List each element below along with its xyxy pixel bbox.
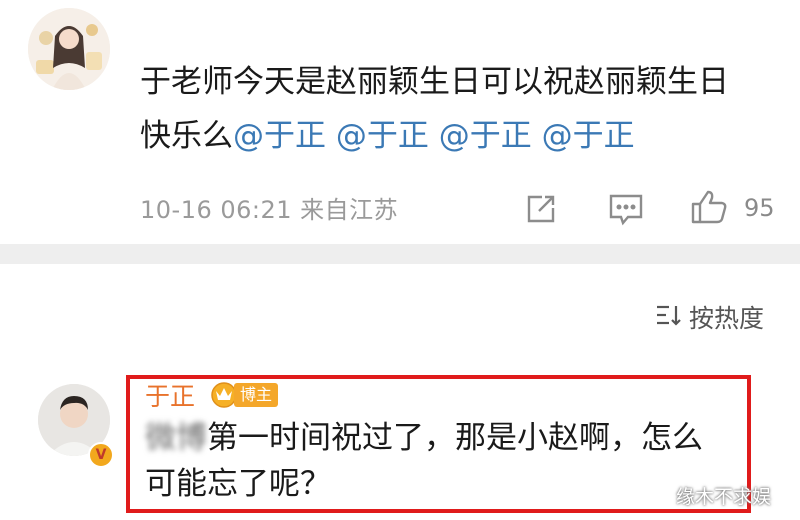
verified-badge-icon: V — [88, 442, 114, 468]
like-count: 95 — [744, 194, 775, 222]
post-text-prefix: 快乐么 — [140, 118, 233, 154]
mention-link[interactable]: @于正 — [439, 118, 532, 154]
poster-avatar[interactable] — [28, 8, 110, 90]
blogger-badge: 博主 — [234, 383, 279, 407]
blurred-text: 微博 — [145, 420, 207, 456]
post-card: 于老师今天是赵丽颖生日可以祝赵丽颖生日 快乐么@于正 @于正 @于正 @于正 1… — [0, 0, 800, 240]
comment-text-line1: 微博第一时间祝过了，那是小赵啊，怎么 — [145, 415, 745, 461]
comment-author[interactable]: 于正 — [145, 377, 195, 413]
watermark: 缘木不求娱 — [676, 486, 772, 508]
share-icon[interactable] — [524, 192, 558, 230]
mention-link[interactable]: @于正 — [542, 118, 635, 154]
post-text: 于老师今天是赵丽颖生日可以祝赵丽颖生日 快乐么@于正 @于正 @于正 @于正 — [140, 55, 780, 163]
mention-link[interactable]: @于正 — [336, 118, 429, 154]
sort-icon — [655, 303, 683, 331]
mention-link[interactable]: @于正 — [233, 118, 326, 154]
like-icon[interactable] — [690, 188, 728, 230]
comment-text-main: 第一时间祝过了，那是小赵啊，怎么 — [207, 420, 703, 456]
section-divider — [0, 244, 800, 264]
post-text-line2: 快乐么@于正 @于正 @于正 @于正 — [140, 109, 780, 163]
post-text-line1: 于老师今天是赵丽颖生日可以祝赵丽颖生日 — [140, 64, 729, 100]
sort-label: 按热度 — [689, 304, 765, 333]
sort-toggle[interactable]: 按热度 — [655, 300, 764, 334]
comment-text-line2: 可能忘了呢？ — [145, 466, 331, 502]
comment-icon[interactable] — [608, 193, 644, 231]
comment-text: 微博第一时间祝过了，那是小赵啊，怎么 可能忘了呢？ — [145, 415, 745, 507]
post-actions — [0, 188, 800, 228]
